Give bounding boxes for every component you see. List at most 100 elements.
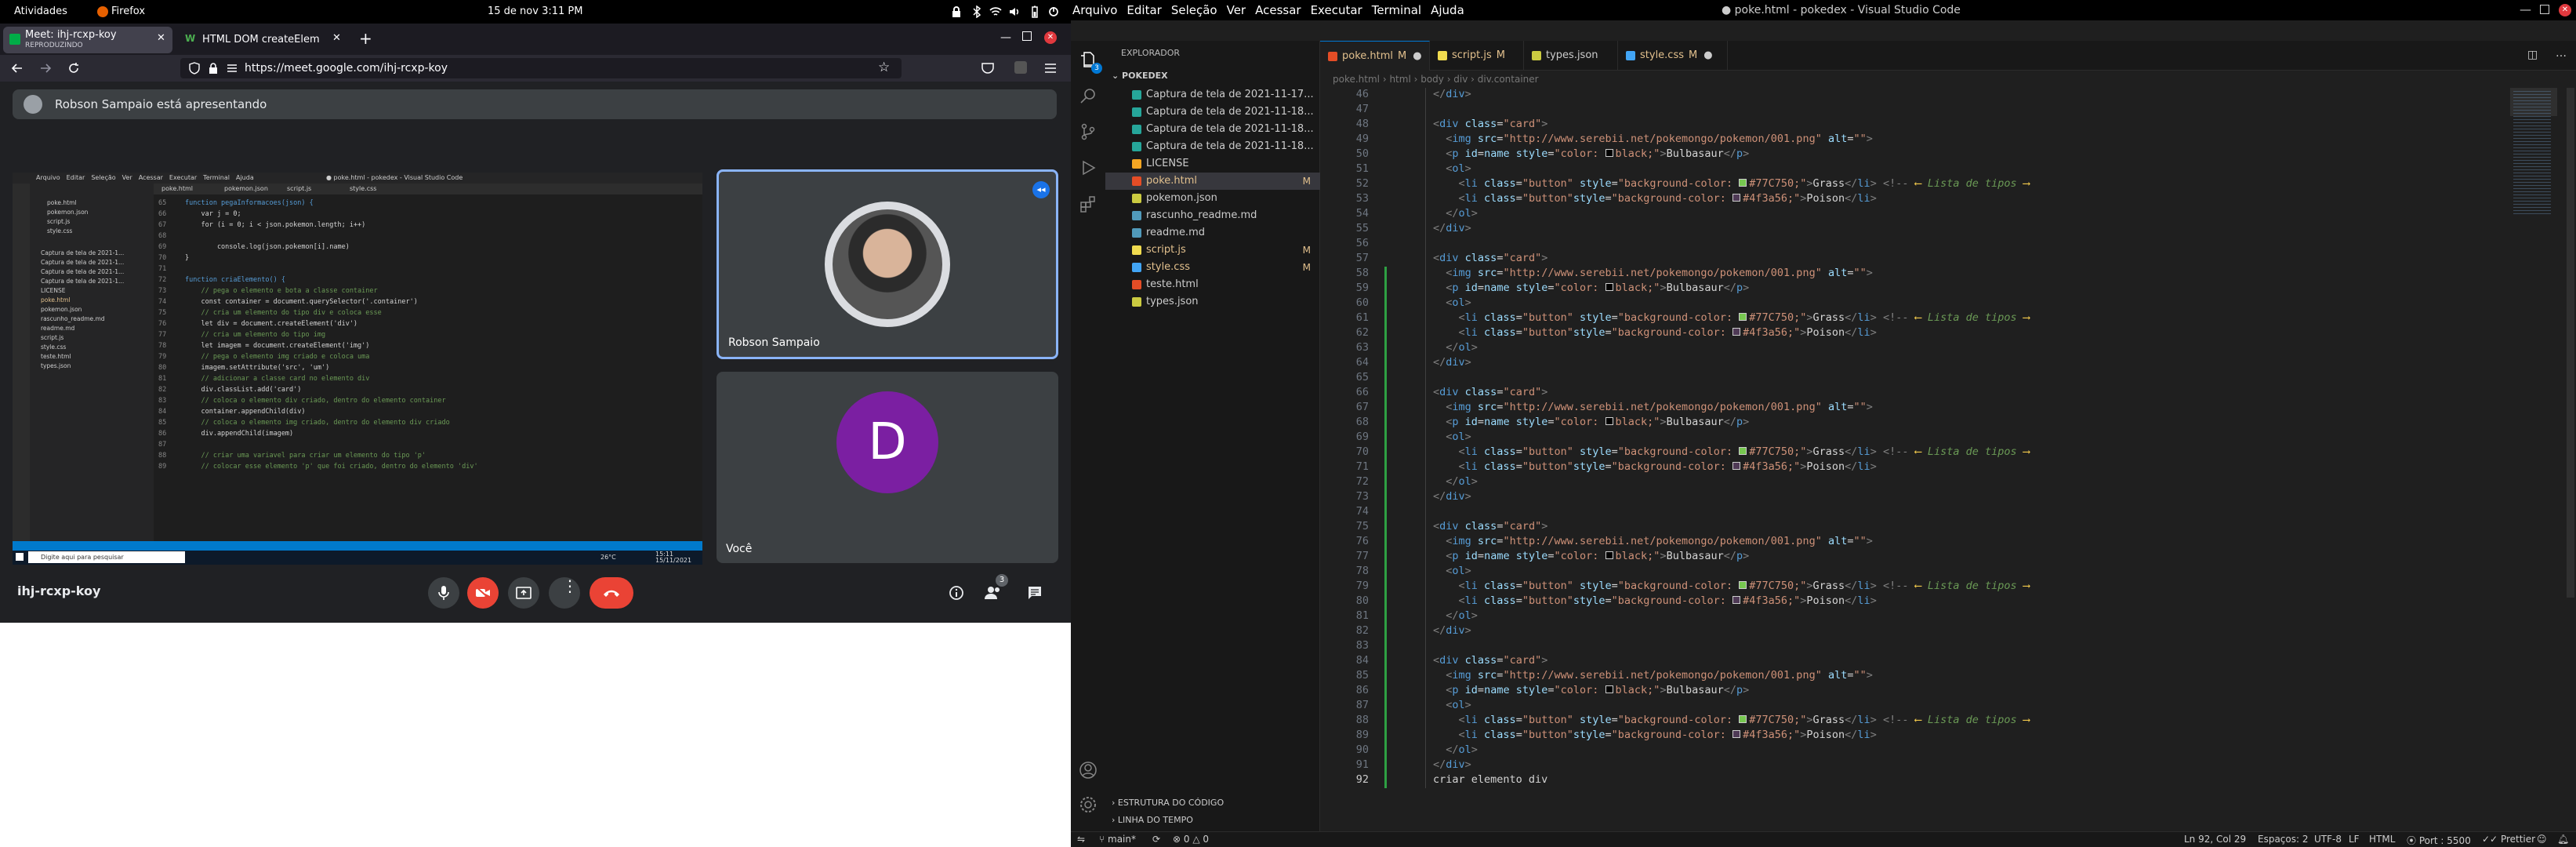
clock[interactable]: 15 de nov 3:11 PM (488, 5, 582, 17)
pocket-icon[interactable] (980, 60, 996, 76)
back-icon[interactable] (9, 60, 25, 76)
system-menu-icon[interactable] (1047, 5, 1060, 18)
activities-button[interactable]: Atividades (14, 5, 67, 17)
tab-html-dom[interactable]: W HTML DOM createEleme ✕ (179, 27, 350, 53)
file-item[interactable]: Captura de tela de 2021-11-18... (1105, 138, 1320, 155)
file-item[interactable]: LICENSE (1105, 155, 1320, 173)
menu-1[interactable]: Editar (1127, 3, 1161, 17)
encoding[interactable]: UTF-8 (2314, 834, 2342, 845)
file-item[interactable]: pokemon.json (1105, 190, 1320, 207)
run-debug-icon[interactable] (1079, 158, 1098, 177)
camera-off-button[interactable] (467, 577, 499, 609)
notifications-icon[interactable]: 🔔︎ (2557, 834, 2569, 845)
menu-7[interactable]: Ajuda (1431, 3, 1464, 17)
color-swatch[interactable] (1732, 462, 1741, 470)
people-icon[interactable] (985, 585, 1002, 601)
end-call-button[interactable] (590, 577, 633, 609)
permissions-icon[interactable] (226, 62, 238, 75)
file-item[interactable]: script.js M (1105, 242, 1320, 259)
mic-button[interactable] (428, 577, 459, 609)
meeting-details-icon[interactable] (949, 585, 964, 601)
minimap[interactable] (2510, 88, 2557, 831)
git-branch[interactable]: ⑂ main* (1099, 834, 1136, 845)
search-icon[interactable] (1079, 86, 1098, 105)
color-swatch[interactable] (1732, 730, 1741, 738)
language-mode[interactable]: HTML (2369, 834, 2395, 845)
end-of-line[interactable]: LF (2349, 834, 2360, 845)
file-item[interactable]: poke.html M (1105, 173, 1320, 190)
color-swatch[interactable] (1732, 596, 1741, 604)
cursor-position[interactable]: Ln 92, Col 29 (2184, 834, 2246, 845)
live-server[interactable]: ⦿ Port : 5500 (2407, 834, 2471, 847)
file-item[interactable]: style.css M (1105, 259, 1320, 276)
file-item[interactable]: teste.html (1105, 276, 1320, 293)
source-control-icon[interactable] (1079, 122, 1098, 141)
outline-section[interactable]: › ESTRUTURA DO CÓDIGO (1112, 798, 1224, 808)
settings-gear-icon[interactable] (1079, 795, 1098, 814)
color-swatch[interactable] (1605, 149, 1613, 157)
menu-0[interactable]: Arquivo (1072, 3, 1117, 17)
close-tab-icon[interactable]: ✕ (157, 32, 165, 44)
code-editor[interactable]: 46 </div> 47 48 <div class="card"> 49 <img sr… (1320, 88, 2496, 831)
prettier[interactable]: ✓✓ Prettier (2482, 834, 2535, 845)
color-swatch[interactable] (1605, 685, 1613, 693)
present-button[interactable] (508, 577, 539, 609)
editor-tab[interactable]: script.js M (1430, 41, 1524, 71)
editor-tab[interactable]: poke.html M ● (1320, 41, 1430, 71)
more-options-button[interactable]: ⋮ (549, 577, 580, 609)
indentation[interactable]: Espaços: 2 (2258, 834, 2309, 845)
color-swatch[interactable] (1732, 194, 1741, 202)
participant-tile-you[interactable]: D Você (717, 372, 1058, 563)
problems-indicator[interactable]: ⊗ 0 △ 0 (1173, 834, 1209, 845)
menu-6[interactable]: Terminal (1372, 3, 1421, 17)
editor-tab[interactable]: style.css M ● (1618, 41, 1728, 71)
color-swatch[interactable] (1605, 551, 1613, 559)
tab-meet[interactable]: Meet: ihj-rcxp-koy REPRODUZINDO ✕ (3, 27, 172, 53)
breadcrumbs[interactable]: poke.html › html › body › div › div.cont… (1320, 71, 2576, 88)
unsaved-dot-icon[interactable]: ● (1413, 50, 1421, 62)
file-item[interactable]: Captura de tela de 2021-11-17... (1105, 86, 1320, 104)
scrollbar-thumb[interactable] (2567, 88, 2574, 598)
hamburger-menu-icon[interactable] (1043, 60, 1058, 76)
color-swatch[interactable] (1739, 179, 1747, 187)
account-icon[interactable] (1079, 761, 1098, 780)
maximize-window-icon[interactable] (1022, 31, 1032, 41)
bookmark-star-icon[interactable]: ☆ (878, 60, 890, 75)
menu-4[interactable]: Acessar (1255, 3, 1301, 17)
color-swatch[interactable] (1732, 328, 1741, 336)
split-editor-icon[interactable]: ◫ (2527, 49, 2538, 61)
color-swatch[interactable] (1739, 715, 1747, 723)
project-header[interactable]: ⌄ POKEDEX (1112, 71, 1168, 81)
reload-icon[interactable] (66, 60, 82, 76)
timeline-section[interactable]: › LINHA DO TEMPO (1112, 815, 1193, 825)
editor-tab[interactable]: types.json (1524, 41, 1618, 71)
vscode-close-icon[interactable]: ✕ (2559, 4, 2571, 16)
color-swatch[interactable] (1605, 417, 1613, 425)
extension-icon[interactable] (1014, 61, 1027, 74)
vscode-maximize-icon[interactable] (2540, 5, 2549, 14)
color-swatch[interactable] (1739, 447, 1747, 455)
unsaved-dot-icon[interactable]: ● (1703, 49, 1712, 61)
file-item[interactable]: Captura de tela de 2021-11-18... (1105, 121, 1320, 138)
color-swatch[interactable] (1605, 283, 1613, 291)
sync-icon[interactable]: ⟳ (1152, 834, 1160, 845)
file-item[interactable]: Captura de tela de 2021-11-18... (1105, 104, 1320, 121)
forward-icon[interactable] (38, 60, 53, 76)
app-menu[interactable]: Firefox (111, 5, 145, 17)
file-item[interactable]: readme.md (1105, 224, 1320, 242)
feedback-icon[interactable]: ☺ (2537, 834, 2547, 845)
more-actions-icon[interactable]: … (2556, 47, 2567, 60)
color-swatch[interactable] (1739, 313, 1747, 321)
new-tab-icon[interactable]: + (359, 29, 372, 48)
remote-indicator-icon[interactable]: ⇋ (1077, 834, 1085, 845)
participant-tile-robson[interactable]: ◂◂ Robson Sampaio (717, 169, 1058, 359)
padlock-icon[interactable] (207, 62, 220, 75)
file-item[interactable]: rascunho_readme.md (1105, 207, 1320, 224)
minimize-window-icon[interactable]: — (1000, 31, 1011, 44)
vscode-minimize-icon[interactable]: — (2520, 2, 2531, 16)
extensions-icon[interactable] (1079, 194, 1098, 213)
url-bar[interactable]: https://meet.google.com/ihj-rcxp-koy ☆ (180, 58, 902, 78)
menu-3[interactable]: Ver (1227, 3, 1246, 17)
chat-icon[interactable] (1027, 585, 1043, 601)
close-tab-icon[interactable]: ✕ (332, 32, 341, 44)
